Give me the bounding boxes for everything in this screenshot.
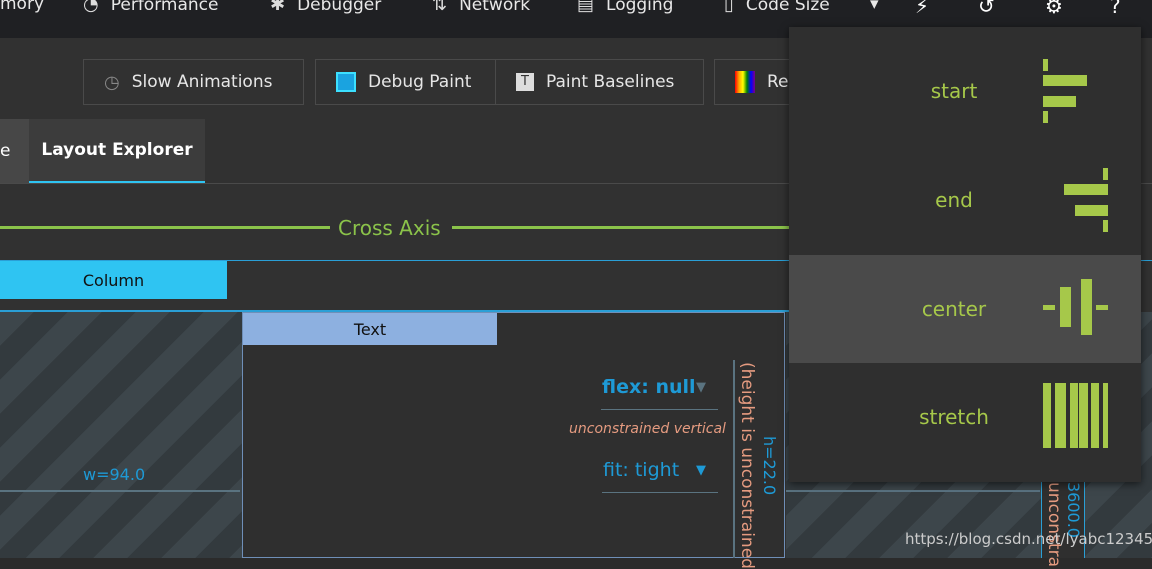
divider — [601, 409, 718, 410]
menu-item-label: stretch — [919, 405, 989, 429]
nav-label: Network — [459, 0, 531, 15]
column-widget-header[interactable]: Column — [0, 261, 227, 299]
nav-code-size[interactable]: ▯ Code Size — [724, 0, 830, 15]
speedometer-icon: ◔ — [83, 0, 99, 15]
divider — [602, 492, 718, 493]
menu-item-center[interactable]: center — [789, 255, 1141, 363]
tab-label: e — [0, 141, 11, 161]
dropdown-arrow-icon: ▼ — [696, 463, 706, 478]
height-label: h=22.0 — [760, 436, 779, 496]
nav-label: Logging — [606, 0, 674, 15]
space-arrow — [786, 490, 1040, 492]
history-icon[interactable]: ↺ — [978, 0, 995, 18]
button-label: Paint Baselines — [546, 72, 675, 92]
network-icon: ⇅ — [432, 0, 448, 15]
button-label: Debug Paint — [368, 72, 472, 92]
nav-label: Performance — [110, 0, 219, 15]
paint-baselines-button[interactable]: T Paint Baselines — [495, 59, 704, 105]
flex-dropdown[interactable]: flex: null — [602, 376, 696, 398]
button-label: Re — [767, 72, 789, 92]
chevron-down-icon: ▾ — [870, 0, 879, 14]
logging-icon: ▤ — [577, 0, 595, 15]
bolt-icon[interactable]: ⚡ — [915, 0, 929, 18]
rainbow-icon — [735, 71, 755, 93]
nav-label: Debugger — [297, 0, 382, 15]
nav-memory[interactable]: mory — [0, 0, 44, 14]
text-widget-header[interactable]: Text — [243, 313, 497, 345]
menu-item-start[interactable]: start — [789, 37, 1141, 145]
nav-network[interactable]: ⇅ Network — [432, 0, 530, 15]
nav-label: Code Size — [745, 0, 830, 15]
nav-more-chevron[interactable]: ▾ — [870, 0, 879, 14]
unconstrained-label: unconstrained vertical — [569, 421, 726, 437]
width-arrow — [0, 490, 240, 492]
nav-logging[interactable]: ▤ Logging — [577, 0, 673, 15]
dropdown-arrow-icon: ▼ — [696, 380, 706, 395]
nav-performance[interactable]: ◔ Performance — [83, 0, 218, 15]
menu-item-end[interactable]: end — [789, 146, 1141, 254]
menu-item-stretch[interactable]: stretch — [789, 363, 1141, 471]
help-icon[interactable]: ? — [1110, 0, 1121, 18]
text-baseline-icon: T — [516, 73, 534, 91]
tab-layout-explorer[interactable]: Layout Explorer — [29, 119, 205, 183]
height-arrow — [733, 360, 735, 558]
nav-label: mory — [0, 0, 45, 14]
bug-icon: ✱ — [270, 0, 286, 15]
debug-paint-icon — [336, 72, 356, 92]
code-size-icon: ▯ — [724, 0, 734, 15]
watermark: https://blog.csdn.net/lyabc123456 — [905, 530, 1152, 548]
button-label: Slow Animations — [131, 72, 273, 92]
free-space-left — [0, 312, 242, 558]
tab-label: Layout Explorer — [41, 140, 193, 160]
debug-paint-button[interactable]: Debug Paint — [315, 59, 496, 105]
cross-axis-alignment-menu: start end center stretch — [789, 27, 1141, 482]
width-label: w=94.0 — [83, 465, 146, 484]
cross-axis-label: Cross Axis — [338, 216, 441, 240]
fit-dropdown[interactable]: fit: tight — [603, 459, 679, 481]
menu-item-label: center — [921, 297, 987, 321]
cross-axis-line — [0, 226, 330, 229]
gear-icon[interactable]: ⚙ — [1045, 0, 1063, 18]
cross-axis-line — [452, 226, 792, 229]
slow-animations-button[interactable]: ◷ Slow Animations — [83, 59, 304, 105]
height-note: (height is unconstrained — [737, 362, 757, 569]
tab-previous[interactable]: e — [0, 119, 29, 183]
right-note: unconstra — [1044, 482, 1064, 567]
menu-item-label: start — [930, 79, 978, 103]
menu-item-label: end — [935, 188, 973, 212]
nav-debugger[interactable]: ✱ Debugger — [270, 0, 381, 15]
clock-icon: ◷ — [104, 71, 120, 93]
